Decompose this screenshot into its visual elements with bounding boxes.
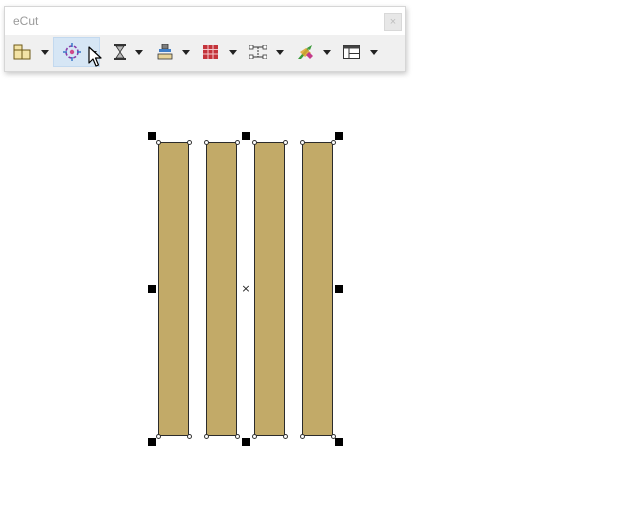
- board-strip[interactable]: [206, 142, 237, 436]
- vertex-node[interactable]: [155, 433, 161, 439]
- panel-layout-button[interactable]: [9, 37, 33, 67]
- drawing-canvas[interactable]: ×: [0, 0, 640, 508]
- selection-handle-top-right[interactable]: [335, 132, 343, 140]
- ecut-toolbar-window: eCut ×: [4, 6, 406, 72]
- board-strip[interactable]: [158, 142, 189, 436]
- mouse-cursor-icon: [88, 46, 102, 67]
- vertex-node[interactable]: [186, 433, 192, 439]
- chevron-down-icon[interactable]: [323, 50, 331, 55]
- hourglass-button[interactable]: [109, 37, 131, 67]
- arrow-magic-button[interactable]: [293, 37, 317, 67]
- vertex-node[interactable]: [203, 139, 209, 145]
- vertex-node[interactable]: [299, 433, 305, 439]
- table-layout-button[interactable]: [339, 37, 365, 67]
- board-strip[interactable]: [302, 142, 333, 436]
- chevron-down-icon[interactable]: [41, 50, 49, 55]
- chevron-down-icon[interactable]: [182, 50, 190, 55]
- board-strip[interactable]: [254, 142, 285, 436]
- vertex-node[interactable]: [282, 433, 288, 439]
- vertex-node[interactable]: [282, 139, 288, 145]
- selection-handle-right[interactable]: [335, 285, 343, 293]
- selection-handle-top[interactable]: [242, 132, 250, 140]
- vertex-node[interactable]: [186, 139, 192, 145]
- vertex-node[interactable]: [251, 139, 257, 145]
- rotate-target-icon: [63, 43, 81, 61]
- selection-handle-left[interactable]: [148, 285, 156, 293]
- toolbar: [5, 35, 405, 71]
- dimension-lines-icon: [249, 45, 267, 59]
- chevron-down-icon[interactable]: [370, 50, 378, 55]
- vertex-node[interactable]: [251, 433, 257, 439]
- machine-clamp-button[interactable]: [153, 37, 177, 67]
- vertex-node[interactable]: [330, 139, 336, 145]
- arrow-magic-icon: [298, 45, 313, 59]
- vertex-node[interactable]: [203, 433, 209, 439]
- window-title: eCut: [13, 14, 39, 28]
- vertex-node[interactable]: [234, 433, 240, 439]
- table-layout-icon: [343, 45, 360, 59]
- selection-handle-bottom[interactable]: [242, 438, 250, 446]
- panel-layout-icon: [13, 44, 31, 60]
- vertex-node[interactable]: [234, 139, 240, 145]
- hourglass-icon: [114, 44, 126, 60]
- vertex-node[interactable]: [299, 139, 305, 145]
- title-bar[interactable]: eCut ×: [5, 7, 405, 35]
- dimension-lines-button[interactable]: [245, 37, 271, 67]
- selection-handle-bottom-right[interactable]: [335, 438, 343, 446]
- chevron-down-icon[interactable]: [135, 50, 143, 55]
- close-button[interactable]: ×: [384, 13, 402, 31]
- selection-handle-bottom-left[interactable]: [148, 438, 156, 446]
- vertex-node[interactable]: [155, 139, 161, 145]
- machine-clamp-icon: [157, 44, 173, 60]
- selection-handle-top-left[interactable]: [148, 132, 156, 140]
- chevron-down-icon[interactable]: [229, 50, 237, 55]
- grid-table-button[interactable]: [199, 37, 223, 67]
- grid-table-icon: [203, 45, 218, 59]
- chevron-down-icon[interactable]: [276, 50, 284, 55]
- selection-center-marker[interactable]: ×: [241, 283, 251, 295]
